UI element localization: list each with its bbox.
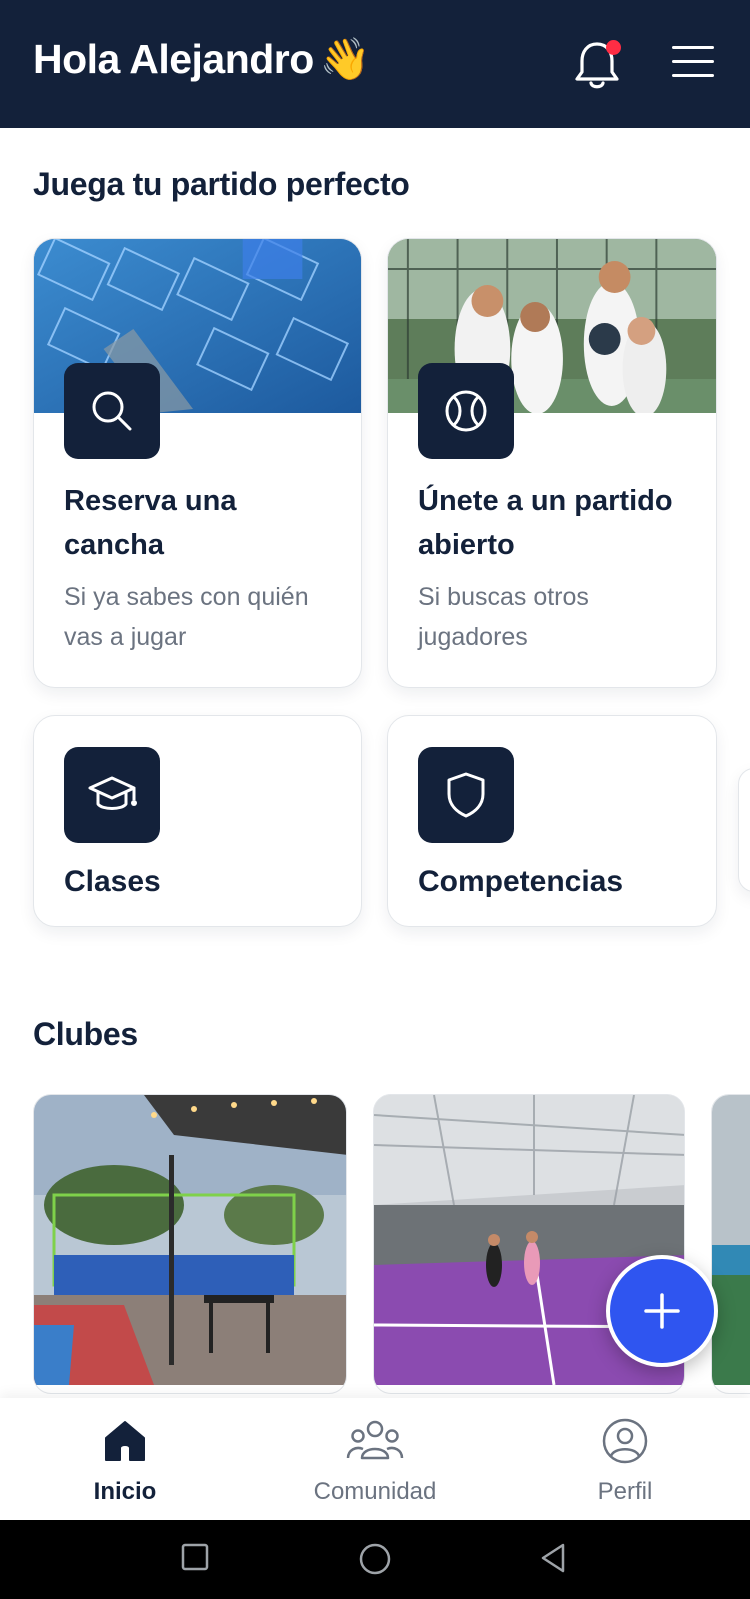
graduation-cap-icon-box	[64, 747, 160, 843]
wave-emoji: 👋	[319, 36, 371, 82]
card-subtitle-line1: Si ya sabes con quién	[64, 583, 309, 611]
search-icon-box	[64, 363, 160, 459]
club-card[interactable]	[33, 1094, 347, 1394]
card-subtitle-line2: vas a jugar	[64, 623, 187, 651]
card-title: Clases	[64, 865, 161, 898]
section-title-clubs: Clubes	[33, 1016, 138, 1052]
ball-icon	[445, 390, 487, 432]
nav-item-community[interactable]: Comunidad	[250, 1398, 500, 1520]
profile-icon	[602, 1418, 648, 1464]
nav-item-profile[interactable]: Perfil	[500, 1398, 750, 1520]
system-nav-bar	[0, 1520, 750, 1599]
recents-icon[interactable]	[180, 1542, 210, 1572]
community-icon	[346, 1420, 404, 1460]
card-competitions[interactable]: Competencias	[387, 715, 717, 927]
club-photo-image	[712, 1095, 750, 1385]
card-subtitle-line2: jugadores	[418, 623, 528, 651]
home-circle-icon[interactable]	[358, 1542, 392, 1576]
add-fab-button[interactable]	[606, 1255, 718, 1367]
card-title-line2: abierto	[418, 529, 515, 561]
ball-icon-box	[418, 363, 514, 459]
back-icon[interactable]	[538, 1542, 568, 1574]
search-icon	[92, 391, 132, 431]
card-peek-next[interactable]	[738, 768, 750, 892]
card-title-line1: Reserva una	[64, 485, 237, 517]
section-title-play: Juega tu partido perfecto	[33, 166, 410, 202]
notification-badge	[606, 40, 621, 55]
club-card-peek[interactable]	[711, 1094, 750, 1394]
card-classes[interactable]: Clases	[33, 715, 362, 927]
nav-label-profile: Perfil	[597, 1478, 653, 1505]
card-title-line2: cancha	[64, 529, 164, 561]
hamburger-menu-icon[interactable]	[672, 46, 714, 80]
nav-label-community: Comunidad	[313, 1478, 437, 1505]
shield-icon-box	[418, 747, 514, 843]
shield-icon	[447, 772, 485, 818]
club-photo-image	[34, 1095, 346, 1385]
nav-item-home[interactable]: Inicio	[0, 1398, 250, 1520]
app-header: Hola Alejandro 👋	[0, 0, 750, 128]
nav-label-home: Inicio	[93, 1478, 157, 1505]
card-title: Competencias	[418, 865, 624, 898]
greeting-text: Hola Alejandro	[33, 36, 314, 82]
home-icon	[105, 1421, 145, 1461]
card-join-open-match[interactable]: Únete a un partido abierto Si buscas otr…	[387, 238, 717, 688]
card-book-court[interactable]: Reserva una cancha Si ya sabes con quién…	[33, 238, 362, 688]
card-subtitle-line1: Si buscas otros	[418, 583, 589, 611]
card-title-line1: Únete a un partido	[418, 485, 673, 517]
plus-icon	[644, 1293, 680, 1329]
graduation-cap-icon	[88, 776, 137, 810]
bottom-nav: Inicio Comunidad Perfil	[0, 1398, 750, 1520]
greeting-title: Hola Alejandro 👋	[33, 36, 371, 84]
